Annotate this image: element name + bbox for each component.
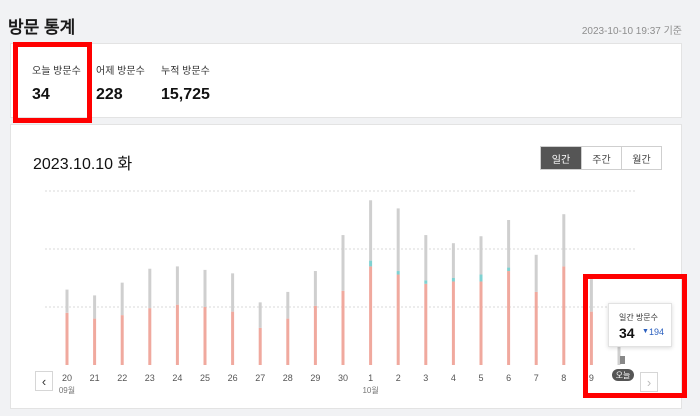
- x-tick-label: 27: [255, 373, 265, 383]
- bar-8-seg0[interactable]: [562, 266, 566, 365]
- bar-30-seg2[interactable]: [341, 235, 345, 291]
- bar-30-seg0[interactable]: [341, 290, 345, 365]
- bar-23-seg2[interactable]: [148, 268, 152, 309]
- bar-3-seg0[interactable]: [424, 283, 428, 365]
- bar-2-seg2[interactable]: [396, 208, 400, 272]
- bar-28-seg2[interactable]: [286, 291, 290, 319]
- bar-21-seg2[interactable]: [93, 295, 97, 319]
- x-tick-label: 3: [423, 373, 428, 383]
- bar-2-seg1[interactable]: [396, 271, 400, 275]
- bar-6-seg2[interactable]: [507, 220, 511, 268]
- bar-8-seg2[interactable]: [562, 214, 566, 267]
- bar-26-seg0[interactable]: [231, 311, 235, 365]
- bar-2-seg0[interactable]: [396, 274, 400, 365]
- bar-20-seg2[interactable]: [65, 289, 69, 313]
- bar-3-seg2[interactable]: [424, 235, 428, 281]
- bar-29-seg0[interactable]: [313, 305, 317, 365]
- x-tick-label: 20: [62, 373, 72, 383]
- bar-24-seg2[interactable]: [175, 266, 179, 305]
- bar-1-seg1[interactable]: [369, 260, 373, 267]
- bar-22-seg0[interactable]: [120, 315, 124, 365]
- x-tick-label: 26: [228, 373, 238, 383]
- month-label: 10월: [362, 385, 378, 395]
- bar-22-seg2[interactable]: [120, 282, 124, 316]
- x-tick-label: 2: [396, 373, 401, 383]
- highlight-box: [583, 274, 687, 398]
- bar-7-seg2[interactable]: [534, 254, 538, 292]
- bar-5-seg2[interactable]: [479, 236, 483, 275]
- bar-25-seg0[interactable]: [203, 307, 207, 365]
- x-tick-label: 5: [478, 373, 483, 383]
- highlight-box: [13, 42, 92, 123]
- bar-3-seg1[interactable]: [424, 280, 428, 284]
- x-tick-label: 29: [310, 373, 320, 383]
- bar-20-seg0[interactable]: [65, 312, 69, 365]
- bar-7-seg0[interactable]: [534, 291, 538, 365]
- bar-6-seg1[interactable]: [507, 267, 511, 272]
- x-tick-label: 4: [451, 373, 456, 383]
- x-tick-label: 24: [172, 373, 182, 383]
- chevron-left-icon: ‹: [41, 373, 47, 389]
- bar-23-seg0[interactable]: [148, 308, 152, 365]
- bar-29-seg2[interactable]: [313, 271, 317, 306]
- bar-27-seg2[interactable]: [258, 302, 262, 328]
- bar-5-seg0[interactable]: [479, 281, 483, 365]
- bar-4-seg1[interactable]: [451, 278, 455, 282]
- x-tick-label: 21: [90, 373, 100, 383]
- bar-4-seg2[interactable]: [451, 243, 455, 278]
- bar-6-seg0[interactable]: [507, 271, 511, 365]
- month-label: 09월: [59, 385, 75, 395]
- x-tick-label: 25: [200, 373, 210, 383]
- x-tick-label: 28: [283, 373, 293, 383]
- prev-button[interactable]: ‹: [35, 371, 53, 391]
- x-tick-label: 6: [506, 373, 511, 383]
- x-tick-label: 23: [145, 373, 155, 383]
- bar-4-seg0[interactable]: [451, 281, 455, 365]
- bar-21-seg0[interactable]: [93, 318, 97, 365]
- bar-5-seg1[interactable]: [479, 274, 483, 282]
- x-tick-label: 22: [117, 373, 127, 383]
- x-tick-label: 8: [561, 373, 566, 383]
- x-tick-label: 30: [338, 373, 348, 383]
- bar-27-seg0[interactable]: [258, 327, 262, 365]
- bar-28-seg0[interactable]: [286, 318, 290, 365]
- x-tick-label: 1: [368, 373, 373, 383]
- bar-1-seg2[interactable]: [369, 200, 373, 261]
- bar-24-seg0[interactable]: [175, 304, 179, 365]
- bar-1-seg0[interactable]: [369, 266, 373, 365]
- bar-26-seg2[interactable]: [231, 273, 235, 312]
- bar-25-seg2[interactable]: [203, 269, 207, 307]
- x-tick-label: 7: [534, 373, 539, 383]
